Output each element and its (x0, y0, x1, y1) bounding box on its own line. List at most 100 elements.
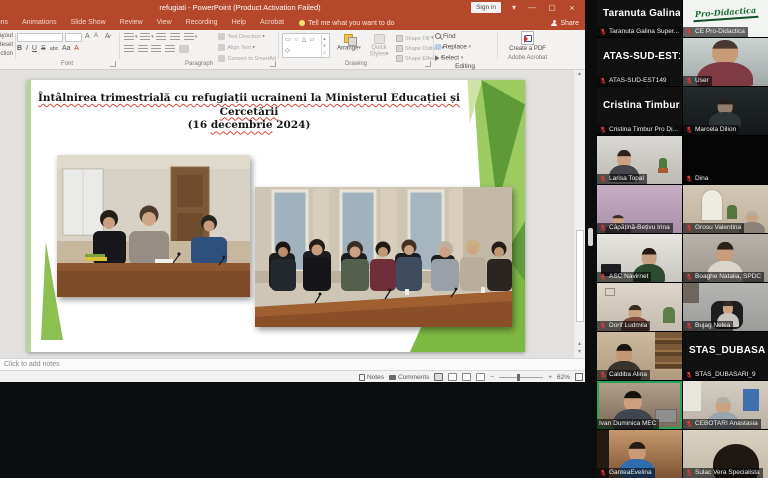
clear-formatting-icon[interactable]: A̷ (105, 33, 110, 40)
normal-view-icon[interactable] (434, 373, 443, 381)
find-button[interactable]: Find (435, 32, 495, 42)
zoom-in-icon[interactable]: + (548, 374, 552, 381)
line-spacing-icon[interactable] (184, 33, 194, 41)
group-divider (15, 33, 16, 59)
replace-button[interactable]: Replace ▾ (435, 42, 495, 53)
tab-help[interactable]: Help (225, 16, 253, 30)
tab-view[interactable]: View (150, 16, 179, 30)
comments-icon (389, 375, 396, 380)
scrollbar-thumb[interactable] (576, 230, 584, 322)
font-name-combobox[interactable] (17, 33, 63, 42)
justify-icon[interactable] (165, 45, 175, 53)
font-dialog-launcher-icon[interactable] (110, 61, 116, 67)
italic-button[interactable]: I (26, 45, 28, 52)
strikethrough-button[interactable]: S (41, 45, 46, 52)
font-size-combobox[interactable] (65, 33, 82, 42)
align-center-icon[interactable] (138, 45, 148, 53)
tell-me-box[interactable]: Tell me what you want to do (291, 20, 394, 27)
reading-view-icon[interactable] (462, 373, 471, 381)
participant-tile[interactable]: STAS_DUBASAR... STAS_DUBASARI_9 (683, 332, 768, 380)
participant-tile[interactable]: Bujag Nelea (683, 283, 768, 331)
participant-tile[interactable]: CEBOTARI Anastasia (683, 381, 768, 429)
slideshow-view-icon[interactable] (476, 373, 485, 381)
fit-to-window-icon[interactable] (575, 373, 583, 381)
bullets-icon[interactable] (124, 33, 134, 41)
shapes-gallery[interactable]: ▭ ○ △ ▱ ◇ ⌒ { } ☆ ~ ▴▾≡ (282, 33, 330, 58)
zoom-out-icon[interactable]: − (490, 374, 494, 381)
reset-button[interactable]: Reset (0, 41, 13, 50)
character-spacing-icon[interactable]: abc (50, 46, 59, 52)
sign-in-button[interactable]: Sign in (471, 2, 501, 13)
participant-tile[interactable]: Dorif Ludmila (597, 283, 682, 331)
participant-tile[interactable]: ATAS-SUD-EST1... ATAS-SUD-EST149 (597, 38, 682, 86)
grow-font-icon[interactable]: A (85, 33, 90, 40)
participant-tile[interactable]: Boaghe Natalia, SPDC (683, 234, 768, 282)
quick-styles-button[interactable]: Quick Styles▾ (366, 33, 392, 58)
participant-tile[interactable]: Grosu Valentina (683, 185, 768, 233)
drawing-group-label: Drawing (280, 61, 432, 67)
tab-slide-show[interactable]: Slide Show (64, 16, 113, 30)
restore-icon[interactable]: ▢ (543, 0, 561, 16)
layout-button[interactable]: Layout (0, 32, 13, 41)
numbering-icon[interactable] (140, 33, 150, 41)
share-button[interactable]: Share (551, 16, 579, 30)
slide-sorter-view-icon[interactable] (448, 373, 457, 381)
tab-transitions[interactable]: Transitions (0, 16, 15, 30)
underline-button[interactable]: U (32, 45, 37, 52)
tab-review[interactable]: Review (113, 16, 150, 30)
photo-participants-row (255, 187, 512, 327)
participant-tile[interactable]: Larisa Topal (597, 136, 682, 184)
font-color-button[interactable]: A (74, 45, 79, 52)
notes-pane[interactable]: Click to add notes (0, 358, 585, 370)
comments-toggle[interactable]: Comments (389, 374, 429, 381)
participant-tile-active-speaker[interactable]: Ivan Duminica MEC (597, 381, 682, 429)
tab-acrobat[interactable]: Acrobat (253, 16, 291, 30)
participant-name-label: ASC Navirnet (609, 272, 648, 282)
arrange-button[interactable]: Arrange▾ (336, 33, 362, 52)
text-direction-button[interactable]: Text Direction ▾ (217, 33, 277, 40)
zoom-level[interactable]: 62% (557, 374, 570, 381)
participant-tile[interactable]: Pro-Didactica CE Pro-Didactica (683, 0, 768, 37)
align-left-icon[interactable] (124, 45, 134, 53)
next-slide-icon[interactable]: ▾ (574, 348, 585, 356)
notes-toggle[interactable]: Notes (359, 374, 384, 381)
shapes-scrollbar[interactable]: ▴▾≡ (321, 35, 328, 58)
participant-tile[interactable]: Marcela Dilion (683, 87, 768, 135)
paragraph-dialog-launcher-icon[interactable] (270, 61, 276, 67)
participant-tile[interactable]: GanteaEvelina (597, 430, 682, 478)
increase-indent-icon[interactable] (170, 33, 180, 41)
section-button[interactable]: Section (0, 50, 13, 59)
ribbon-display-options-icon[interactable]: ▾ (505, 0, 523, 16)
align-right-icon[interactable] (151, 45, 161, 53)
participant-tile[interactable]: Taranuta Galina... Taranuta Galina Super… (597, 0, 682, 37)
decrease-indent-icon[interactable] (156, 33, 166, 41)
zoom-slider-thumb[interactable] (517, 374, 520, 381)
participant-tile[interactable]: Caldiba Alina (597, 332, 682, 380)
tab-animations[interactable]: Animations (15, 16, 64, 30)
participant-tile[interactable]: ASC Navirnet (597, 234, 682, 282)
zoom-slider[interactable] (499, 377, 543, 378)
tab-recording[interactable]: Recording (179, 16, 225, 30)
close-icon[interactable]: × (563, 0, 581, 16)
drawing-dialog-launcher-icon[interactable] (425, 61, 431, 67)
paragraph-group-label: Paragraph (121, 61, 277, 67)
change-case-button[interactable]: Aa (62, 45, 71, 52)
shrink-font-icon[interactable]: A (94, 33, 98, 39)
muted-mic-icon (599, 371, 607, 379)
participant-tile[interactable]: User (683, 38, 768, 86)
vertical-scrollbar[interactable]: ▴ ▴ ▾ (573, 70, 585, 358)
panel-separator-handle[interactable] (588, 228, 593, 246)
participant-tile[interactable]: Sulac Vera Specialista (683, 430, 768, 478)
bold-button[interactable]: B (17, 45, 22, 52)
previous-slide-icon[interactable]: ▴ (574, 340, 585, 348)
slide[interactable]: Întâlnirea trimestrială cu refugiații uc… (27, 80, 525, 352)
participant-tile[interactable]: Cristina Timbur... Cristina Timbur Pro D… (597, 87, 682, 135)
scroll-up-icon[interactable]: ▴ (574, 70, 585, 77)
align-text-button[interactable]: Align Text ▾ (217, 44, 277, 51)
participant-tile[interactable]: Căpățină-Bețivu Irina (597, 185, 682, 233)
create-pdf-button[interactable]: Create a PDF (500, 31, 555, 53)
shape-outline-icon (396, 45, 403, 52)
minimize-icon[interactable]: — (523, 0, 541, 16)
columns-icon[interactable] (179, 45, 189, 53)
participant-tile[interactable]: Dina (683, 136, 768, 184)
